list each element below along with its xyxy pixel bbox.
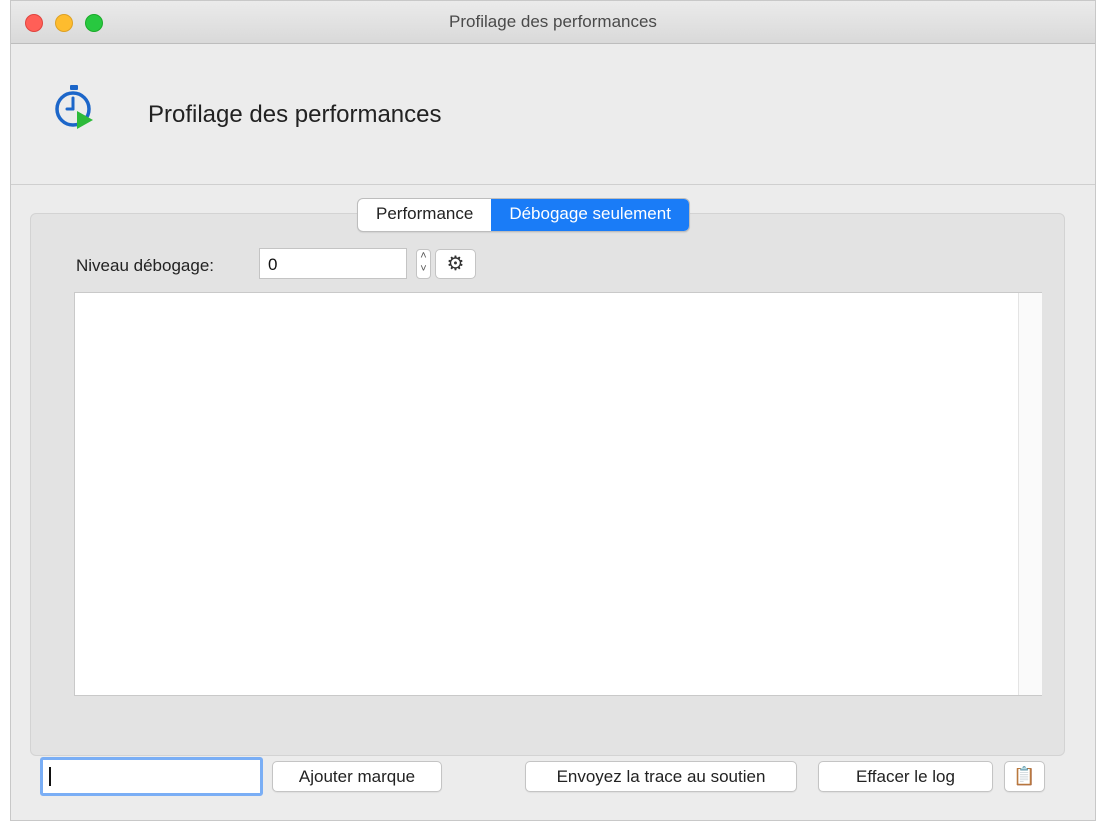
stopwatch-play-icon bbox=[49, 82, 99, 132]
window-title: Profilage des performances bbox=[449, 12, 657, 31]
debug-settings-button[interactable]: ⚙ bbox=[435, 249, 476, 279]
stepper-down-icon[interactable]: ˅ bbox=[417, 263, 430, 276]
title-bar[interactable]: Profilage des performances bbox=[11, 1, 1095, 44]
tab-debug-only[interactable]: Débogage seulement bbox=[491, 199, 689, 231]
add-mark-button[interactable]: Ajouter marque bbox=[272, 761, 442, 792]
app-header: Profilage des performances bbox=[11, 44, 1095, 185]
debug-level-field[interactable]: 0 bbox=[259, 248, 407, 279]
clear-log-button[interactable]: Effacer le log bbox=[818, 761, 993, 792]
clipboard-icon: 📋 bbox=[1013, 766, 1036, 786]
copy-log-button[interactable]: 📋 bbox=[1004, 761, 1045, 792]
log-text-area[interactable] bbox=[74, 292, 1042, 696]
mark-input[interactable] bbox=[40, 757, 263, 796]
debug-level-label: Niveau débogage: bbox=[76, 256, 215, 275]
send-trace-button[interactable]: Envoyez la trace au soutien bbox=[525, 761, 797, 792]
text-caret bbox=[49, 767, 51, 786]
stepper-up-icon[interactable]: ˄ bbox=[417, 250, 430, 263]
tab-bar: Performance Débogage seulement bbox=[357, 198, 690, 232]
tab-performance[interactable]: Performance bbox=[358, 199, 491, 231]
debug-level-stepper[interactable]: ˄ ˅ bbox=[416, 249, 431, 279]
log-scrollbar[interactable] bbox=[1018, 293, 1042, 695]
page-title: Profilage des performances bbox=[148, 101, 442, 128]
gear-icon: ⚙ bbox=[446, 253, 465, 275]
